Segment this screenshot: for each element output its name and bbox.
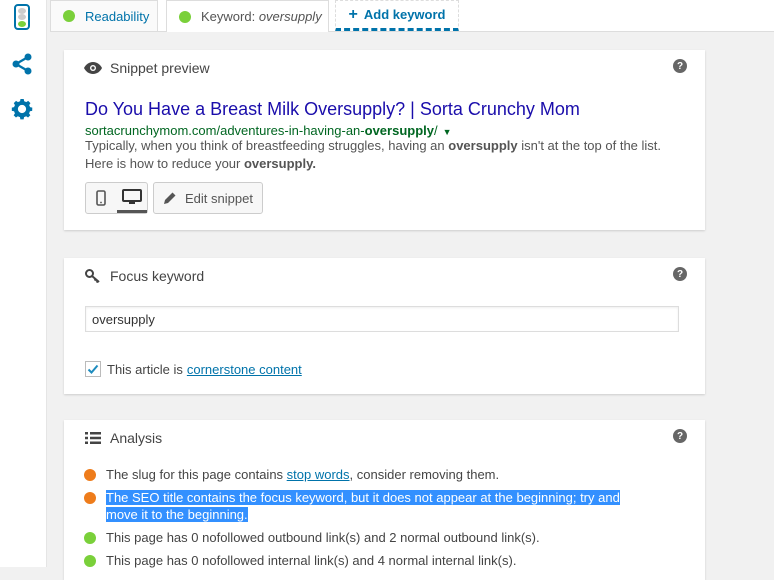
gear-icon[interactable]: [8, 95, 36, 123]
eye-icon: [84, 60, 102, 76]
snippet-preview-title: Snippet preview: [110, 60, 210, 76]
snippet-preview-panel: Snippet preview ? Do You Have a Breast M…: [64, 50, 705, 230]
list-icon: [84, 430, 102, 446]
status-good-icon: [179, 10, 191, 23]
share-icon[interactable]: [8, 50, 36, 78]
analysis-item: The slug for this page contains stop wor…: [84, 466, 644, 483]
checkmark-icon: [87, 364, 99, 374]
analysis-item-text: The slug for this page contains: [106, 467, 287, 482]
snippet-preview-header[interactable]: Snippet preview: [84, 60, 210, 76]
analysis-item-text-end: , consider removing them.: [349, 467, 500, 482]
add-keyword-button[interactable]: + Add keyword: [335, 0, 459, 31]
help-icon[interactable]: ?: [673, 429, 687, 443]
tab-keyword-prefix: Keyword:: [201, 9, 256, 24]
analysis-list: The slug for this page contains stop wor…: [84, 466, 644, 575]
analysis-panel: Analysis ? The slug for this page contai…: [64, 420, 705, 580]
key-icon: [84, 268, 102, 284]
analysis-item: The SEO title contains the focus keyword…: [84, 489, 644, 523]
sidebar-rail: [0, 0, 47, 567]
seo-metabox: Readability Keyword: oversupply + Add ke…: [50, 0, 774, 580]
analysis-item-text-line1: The SEO title contains the focus keyword…: [106, 490, 620, 505]
analysis-item-text: This page has 0 nofollowed outbound link…: [106, 530, 540, 545]
pencil-icon: [164, 192, 176, 204]
tab-bar: Readability Keyword: oversupply + Add ke…: [50, 0, 774, 32]
stop-words-link[interactable]: stop words: [287, 467, 350, 482]
serp-url-base: sortacrunchymom.com/adventures-in-having…: [85, 123, 365, 138]
edit-snippet-button[interactable]: Edit snippet: [153, 182, 263, 214]
tab-keyword[interactable]: Keyword: oversupply: [166, 0, 329, 32]
serp-url: sortacrunchymom.com/adventures-in-having…: [85, 123, 452, 138]
help-icon[interactable]: ?: [673, 267, 687, 281]
status-good-icon: [63, 10, 75, 22]
status-ok-icon: [84, 492, 96, 504]
edit-snippet-label: Edit snippet: [185, 190, 253, 206]
cornerstone-row: This article is cornerstone content: [85, 361, 302, 377]
serp-desc-part1: Typically, when you think of breastfeedi…: [85, 138, 449, 153]
focus-keyword-title: Focus keyword: [110, 268, 205, 284]
tab-keyword-value: oversupply: [258, 9, 322, 24]
cornerstone-checkbox[interactable]: [85, 361, 101, 377]
serp-url-keyword: oversupply: [364, 123, 434, 138]
plus-icon: +: [348, 5, 358, 23]
serp-desc-keyword1: oversupply: [448, 138, 518, 153]
desktop-icon: [121, 188, 142, 204]
analysis-item: This page has 0 nofollowed internal link…: [84, 552, 644, 569]
serp-url-end: /: [433, 123, 438, 138]
serp-title[interactable]: Do You Have a Breast Milk Oversupply? | …: [85, 99, 580, 120]
analysis-title: Analysis: [110, 430, 163, 446]
analysis-item-text: This page has 0 nofollowed internal link…: [106, 553, 517, 568]
analysis-item-text-line2: move it to the beginning.: [106, 507, 248, 522]
cornerstone-label: This article is: [107, 361, 183, 377]
tab-readability[interactable]: Readability: [50, 0, 158, 31]
traffic-light-icon[interactable]: [8, 3, 36, 31]
status-ok-icon: [84, 469, 96, 481]
tab-readability-label: Readability: [85, 8, 150, 24]
cornerstone-link[interactable]: cornerstone content: [187, 362, 302, 377]
status-good-icon: [84, 532, 96, 544]
add-keyword-label: Add keyword: [363, 7, 446, 22]
caret-down-icon: ▼: [442, 127, 452, 137]
help-icon[interactable]: ?: [673, 59, 687, 73]
focus-keyword-input[interactable]: [85, 306, 679, 332]
status-good-icon: [84, 555, 96, 567]
focus-keyword-panel: Focus keyword ? This article is cornerst…: [64, 258, 705, 394]
serp-desc-keyword2: oversupply.: [243, 156, 316, 171]
mobile-preview-button[interactable]: [86, 183, 117, 213]
analysis-header[interactable]: Analysis: [84, 430, 162, 446]
serp-description: Typically, when you think of breastfeedi…: [85, 137, 675, 173]
focus-keyword-header[interactable]: Focus keyword: [84, 268, 204, 284]
desktop-preview-button[interactable]: [116, 183, 147, 213]
analysis-item: This page has 0 nofollowed outbound link…: [84, 529, 644, 546]
mobile-icon: [96, 190, 107, 206]
device-toggle: [85, 182, 148, 214]
